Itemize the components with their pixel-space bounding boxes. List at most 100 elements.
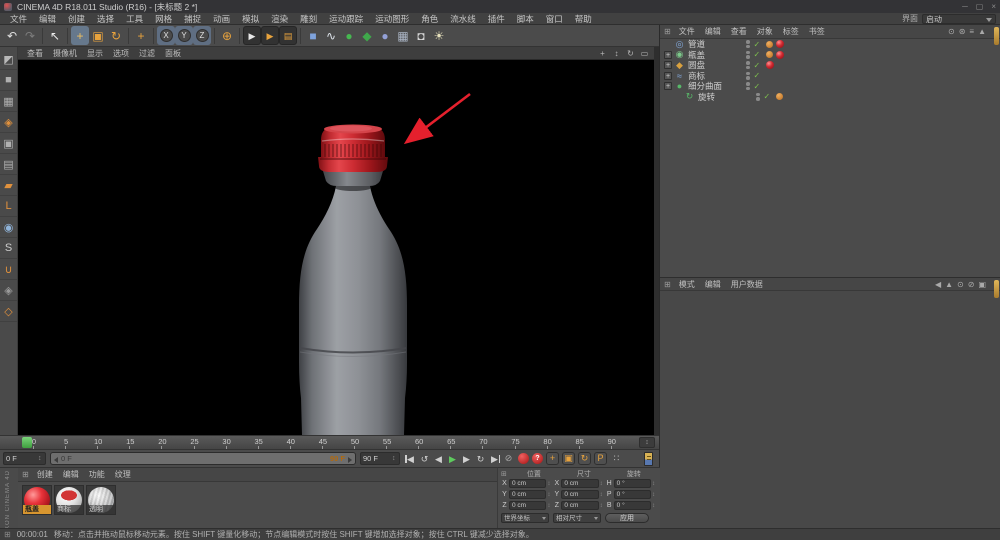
live-selection-tool[interactable]: ↖ <box>46 26 64 45</box>
menu-item[interactable]: 渲染 <box>265 13 294 25</box>
menu-item[interactable]: 捕捉 <box>178 13 207 25</box>
redo-button[interactable]: ↷ <box>21 26 39 45</box>
material-tag-icon[interactable] <box>776 40 784 48</box>
magnet-tool-button[interactable]: ∪ <box>0 259 17 280</box>
viewport-canvas[interactable] <box>18 60 654 435</box>
next-key-button[interactable]: ▶ <box>460 452 473 466</box>
menu-item[interactable]: 选择 <box>91 13 120 25</box>
axis-mode-button[interactable]: L <box>0 196 17 217</box>
z-axis-lock[interactable]: Z <box>193 26 211 45</box>
visibility-dots[interactable] <box>746 82 750 90</box>
spline-pen-menu[interactable]: ∿ <box>322 26 340 45</box>
spinner-icon[interactable]: ↕ <box>600 481 605 487</box>
visibility-dots[interactable] <box>746 40 750 48</box>
rotation-input[interactable]: 0 ° <box>614 479 651 488</box>
view-maximize-icon[interactable]: ▭ <box>639 49 650 58</box>
am-forward-icon[interactable]: ▲ <box>945 280 953 289</box>
ruler-spinner[interactable]: ↕ <box>639 437 655 448</box>
last-used-tool[interactable]: + <box>132 26 150 45</box>
keyframe-selection-button[interactable]: ? <box>532 453 543 464</box>
enabled-check-icon[interactable]: ✓ <box>764 92 771 101</box>
layout-select[interactable]: 启动 <box>922 14 996 24</box>
minimize-button[interactable]: ─ <box>962 2 968 11</box>
position-input[interactable]: 0 cm <box>509 501 546 510</box>
spinner-icon[interactable]: ↕ <box>547 492 552 498</box>
om-filter-icon[interactable]: ⊛ <box>959 27 966 36</box>
position-input[interactable]: 0 cm <box>509 490 546 499</box>
menu-item[interactable]: 动画 <box>207 13 236 25</box>
menu-item[interactable]: 创建 <box>62 13 91 25</box>
object-label[interactable]: 旋转 <box>698 91 756 103</box>
scrollbar-nub[interactable] <box>994 280 999 298</box>
menu-item[interactable]: 运动跟踪 <box>323 13 369 25</box>
move-tool[interactable]: + <box>71 26 89 45</box>
view-rotate-icon[interactable]: ↻ <box>625 49 636 58</box>
y-axis-lock[interactable]: Y <box>175 26 193 45</box>
play-button[interactable]: ▶ <box>446 452 459 466</box>
menu-item[interactable]: 流水线 <box>444 13 482 25</box>
model-mode-button[interactable]: ■ <box>0 70 17 91</box>
object-manager-menu-item[interactable]: 对象 <box>752 26 778 37</box>
undo-button[interactable]: ↶ <box>3 26 21 45</box>
expander-icon[interactable]: + <box>664 51 672 59</box>
workplane-lock-button[interactable]: ◈ <box>0 280 17 301</box>
size-input[interactable]: 0 cm <box>561 490 598 499</box>
object-manager-menu-item[interactable]: 标签 <box>778 26 804 37</box>
environment-menu[interactable]: ● <box>376 26 394 45</box>
viewport-menu-item[interactable]: 显示 <box>82 48 108 59</box>
workplane-mode-button[interactable]: ◈ <box>0 112 17 133</box>
object-manager-menu-item[interactable]: 查看 <box>726 26 752 37</box>
goto-end-button[interactable]: ▶ <box>488 452 501 466</box>
am-settings-icon[interactable]: ▣ <box>978 280 986 289</box>
phong-tag-icon[interactable] <box>766 51 773 58</box>
render-settings-button[interactable]: ▤ <box>279 26 297 45</box>
panel-grid-icon[interactable]: ⊞ <box>501 470 507 478</box>
points-mode-button[interactable]: ▣ <box>0 133 17 154</box>
subdivision-surface-menu[interactable]: ● <box>340 26 358 45</box>
menu-item[interactable]: 帮助 <box>569 13 598 25</box>
menu-item[interactable]: 雕刻 <box>294 13 323 25</box>
make-editable-button[interactable]: ◩ <box>0 49 17 70</box>
timeline-ruler[interactable]: 051015202530354045505560657075808590 ↕ <box>0 435 659 449</box>
am-back-icon[interactable]: ◀ <box>935 280 941 289</box>
x-axis-lock[interactable]: X <box>157 26 175 45</box>
size-input[interactable]: 0 cm <box>561 501 598 510</box>
rotation-input[interactable]: 0 ° <box>614 501 651 510</box>
scale-tool[interactable]: ▣ <box>89 26 107 45</box>
close-button[interactable]: × <box>991 2 996 11</box>
view-zoom-icon[interactable]: ↕ <box>611 49 622 58</box>
record-position-toggle[interactable]: + <box>546 452 559 465</box>
render-view-button[interactable]: ▶ <box>243 26 261 45</box>
coordinate-system-select[interactable]: 世界坐标 <box>501 513 549 523</box>
viewport-menu-item[interactable]: 摄像机 <box>48 48 82 59</box>
spinner-icon[interactable]: ↕ <box>38 455 43 462</box>
material-menu-item[interactable]: 编辑 <box>58 469 84 480</box>
texture-mode-button[interactable]: ▦ <box>0 91 17 112</box>
record-scale-toggle[interactable]: ▣ <box>562 452 575 465</box>
spinner-icon[interactable]: ↕ <box>547 481 552 487</box>
snap-settings-button[interactable]: ◇ <box>0 301 17 322</box>
end-frame-field[interactable]: 90 F ↕ <box>360 452 400 465</box>
material-menu-item[interactable]: 纹理 <box>110 469 136 480</box>
size-mode-select[interactable]: 相对尺寸 <box>553 513 601 523</box>
primitive-cube-menu[interactable]: ■ <box>304 26 322 45</box>
enabled-check-icon[interactable]: ✓ <box>754 40 761 49</box>
spinner-icon[interactable]: ↕ <box>600 492 605 498</box>
viewport-solo-button[interactable]: ◉ <box>0 217 17 238</box>
play-backward-button[interactable]: ↺ <box>418 452 431 466</box>
attribute-manager-menu-item[interactable]: 编辑 <box>700 279 726 290</box>
record-keyframe-button[interactable]: ⊘ <box>502 452 515 465</box>
camera-menu[interactable]: ◘ <box>412 26 430 45</box>
object-manager-menu-item[interactable]: 文件 <box>674 26 700 37</box>
expander-icon[interactable]: + <box>664 82 672 90</box>
spinner-icon[interactable]: ↕ <box>547 503 552 509</box>
maximize-button[interactable]: ▢ <box>976 2 984 11</box>
object-manager-menu-item[interactable]: 编辑 <box>700 26 726 37</box>
spinner-icon[interactable]: ↕ <box>652 492 657 498</box>
object-manager-menu-item[interactable]: 书签 <box>804 26 830 37</box>
material-swatch[interactable]: 透明 <box>86 485 116 515</box>
attribute-manager-menu-item[interactable]: 模式 <box>674 279 700 290</box>
previous-key-button[interactable]: ◀ <box>432 452 445 466</box>
record-rotation-toggle[interactable]: ↻ <box>578 452 591 465</box>
light-menu[interactable]: ☀ <box>430 26 448 45</box>
